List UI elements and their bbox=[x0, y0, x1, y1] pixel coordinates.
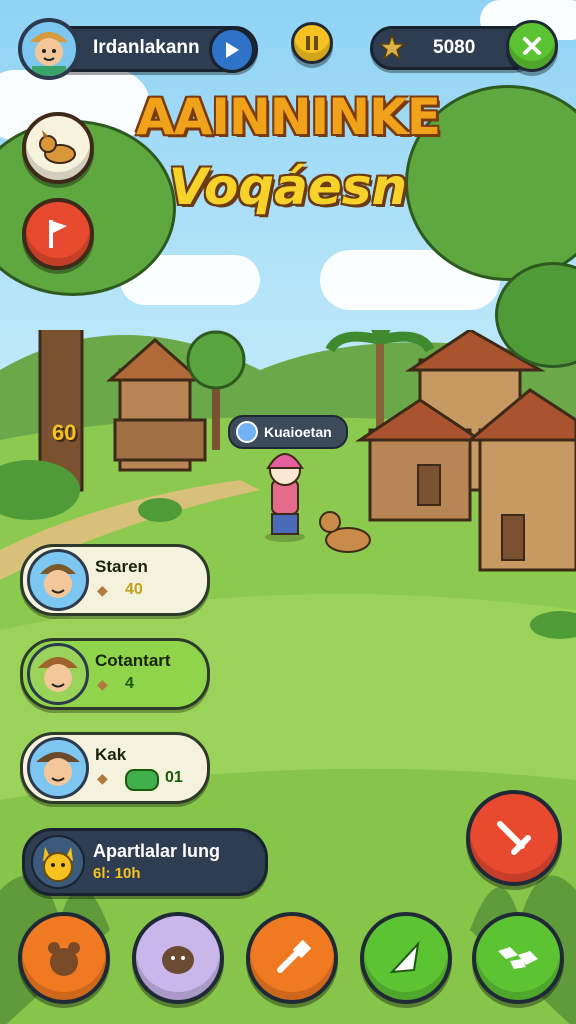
quest-avatar bbox=[31, 835, 85, 889]
hedgehog-button[interactable] bbox=[132, 912, 224, 1004]
quest-timer: 6l: 10h bbox=[93, 865, 141, 882]
gem-icon bbox=[125, 769, 159, 791]
flag-icon bbox=[49, 220, 67, 248]
fox-icon bbox=[43, 847, 73, 882]
quest-title: Apartlalar lung bbox=[93, 841, 221, 861]
character-card[interactable]: Staren ◆ 40 bbox=[20, 544, 210, 616]
dog-icon bbox=[39, 130, 76, 164]
character-name: Cotantart bbox=[95, 651, 171, 670]
bear-button[interactable] bbox=[18, 912, 110, 1004]
leaf-icon: ◆ bbox=[97, 677, 108, 693]
leaf-icon: ◆ bbox=[97, 771, 108, 787]
character-avatar bbox=[27, 737, 89, 799]
character-avatar bbox=[27, 549, 89, 611]
npc-label-text: Kuaioetan bbox=[264, 424, 332, 440]
hammer-icon bbox=[277, 939, 312, 973]
character-card[interactable]: Kak ◆ 01 bbox=[20, 732, 210, 804]
close-icon bbox=[523, 37, 541, 55]
game-scene: 60 Kuaioetan AAINNINKE Voqáesn Irdanlaka… bbox=[0, 0, 576, 1024]
explorer-avatar-icon bbox=[30, 32, 68, 76]
map-icon bbox=[498, 947, 538, 969]
star-icon bbox=[379, 34, 405, 60]
character-value: 01 bbox=[165, 769, 183, 786]
map-button[interactable] bbox=[472, 912, 564, 1004]
character-value: 40 bbox=[125, 581, 143, 598]
character-name: Kak bbox=[95, 745, 127, 764]
npc-label[interactable]: Kuaioetan bbox=[228, 415, 348, 449]
player-name: Irdanlakann bbox=[93, 37, 200, 58]
flag-button[interactable] bbox=[22, 198, 94, 270]
player-avatar[interactable] bbox=[18, 18, 80, 80]
sword-icon bbox=[497, 821, 531, 855]
attack-button[interactable] bbox=[466, 790, 562, 886]
character-card[interactable]: Cotantart ◆ 4 bbox=[20, 638, 210, 710]
tree-value-label: 60 bbox=[52, 420, 77, 445]
hedgehog-icon bbox=[162, 946, 194, 974]
build-button[interactable] bbox=[360, 912, 452, 1004]
quest-panel[interactable]: Apartlalar lung 6l: 10h bbox=[22, 828, 268, 896]
play-button[interactable] bbox=[209, 27, 255, 73]
leaf-icon: ◆ bbox=[97, 583, 108, 599]
bear-icon bbox=[48, 942, 80, 976]
pause-button[interactable] bbox=[291, 22, 333, 64]
craft-button[interactable] bbox=[246, 912, 338, 1004]
currency-amount: 5080 bbox=[433, 37, 476, 58]
potion-icon bbox=[236, 421, 258, 443]
character-name: Staren bbox=[95, 557, 148, 576]
blade-icon bbox=[389, 940, 420, 974]
character-value: 4 bbox=[125, 675, 134, 692]
character-avatar bbox=[27, 643, 89, 705]
play-icon bbox=[226, 42, 239, 58]
pet-button[interactable] bbox=[22, 112, 94, 184]
pause-icon bbox=[306, 36, 318, 50]
close-button[interactable] bbox=[506, 20, 558, 72]
